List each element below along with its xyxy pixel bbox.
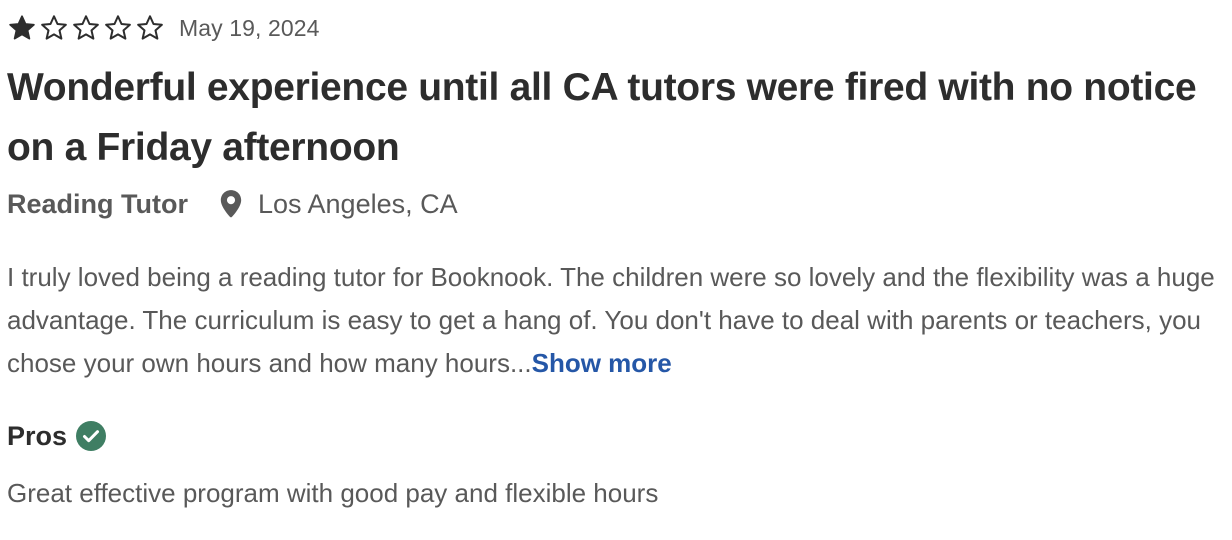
pros-heading: Pros bbox=[7, 416, 107, 456]
review-title: Wonderful experience until all CA tutors… bbox=[7, 66, 1197, 169]
review-date: May 19, 2024 bbox=[179, 14, 320, 41]
star-outline-icon bbox=[41, 15, 67, 40]
star-outline-icon bbox=[73, 15, 99, 40]
location-pin-icon bbox=[220, 190, 242, 218]
pros-label: Pros bbox=[7, 420, 68, 451]
check-circle-icon bbox=[76, 421, 107, 451]
pros-text: Great effective program with good pay an… bbox=[7, 478, 659, 508]
star-rating bbox=[7, 13, 165, 43]
show-more-link[interactable]: Show more bbox=[532, 348, 672, 378]
rating-row: May 19, 2024 bbox=[7, 12, 320, 44]
star-filled-icon bbox=[9, 15, 35, 40]
location: Los Angeles, CA bbox=[218, 189, 458, 220]
review-meta: Reading Tutor Los Angeles, CA bbox=[7, 184, 458, 224]
star-outline-icon bbox=[137, 15, 163, 40]
location-text: Los Angeles, CA bbox=[257, 188, 458, 219]
star-outline-icon bbox=[105, 15, 131, 40]
job-title: Reading Tutor bbox=[7, 188, 188, 219]
review-body: I truly loved being a reading tutor for … bbox=[7, 256, 1222, 385]
